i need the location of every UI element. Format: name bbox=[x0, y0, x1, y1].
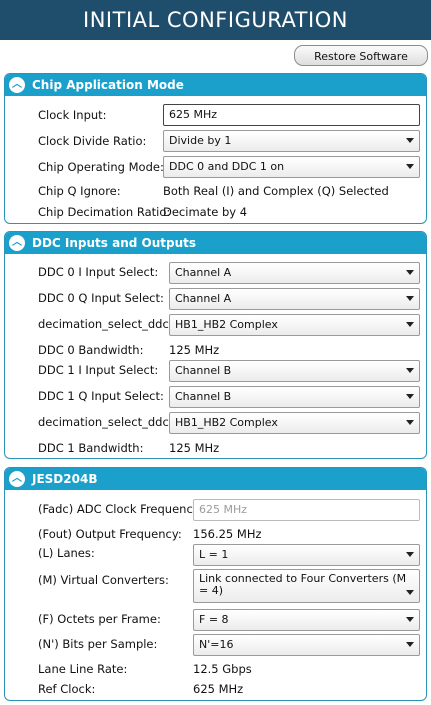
lane-rate-value: 12.5 Gbps bbox=[193, 662, 252, 676]
fout-label: (Fout) Output Frequency: bbox=[38, 527, 182, 541]
dec0-select[interactable]: HB1_HB2 Complex bbox=[169, 314, 420, 336]
ddc1-q-select[interactable]: Channel B bbox=[169, 386, 420, 408]
lanes-value: L = 1 bbox=[199, 548, 229, 561]
chevron-down-icon bbox=[406, 138, 414, 143]
ddc0-bandwidth-label: DDC 0 Bandwidth: bbox=[38, 343, 144, 357]
lanes-select[interactable]: L = 1 bbox=[193, 544, 420, 566]
octets-select[interactable]: F = 8 bbox=[193, 609, 420, 631]
ddc0-i-select[interactable]: Channel A bbox=[169, 262, 420, 284]
dec0-value: HB1_HB2 Complex bbox=[175, 318, 278, 331]
ddc0-i-label: DDC 0 I Input Select: bbox=[38, 265, 159, 279]
chevron-up-icon[interactable]: ︿ bbox=[9, 471, 25, 487]
ref-clock-value: 625 MHz bbox=[193, 682, 244, 696]
lanes-label: (L) Lanes: bbox=[38, 546, 95, 560]
chevron-down-icon bbox=[406, 590, 414, 595]
chevron-down-icon bbox=[406, 552, 414, 557]
bits-label: (N') Bits per Sample: bbox=[38, 637, 158, 651]
jesd-panel: ︿ JESD204B (Fadc) ADC Clock Frequency: 6… bbox=[4, 467, 427, 701]
ddc-title: DDC Inputs and Outputs bbox=[32, 236, 197, 250]
chevron-down-icon bbox=[406, 270, 414, 275]
ddc-panel: ︿ DDC Inputs and Outputs DDC 0 I Input S… bbox=[4, 231, 427, 459]
decimation-ratio-value: Decimate by 4 bbox=[163, 205, 248, 219]
ddc0-q-value: Channel A bbox=[175, 292, 232, 305]
chip-application-title: Chip Application Mode bbox=[32, 78, 184, 92]
ddc1-bandwidth-value: 125 MHz bbox=[169, 441, 220, 455]
q-ignore-value: Both Real (I) and Complex (Q) Selected bbox=[163, 184, 389, 198]
jesd-header[interactable]: ︿ JESD204B bbox=[5, 468, 426, 490]
clock-divide-select[interactable]: Divide by 1 bbox=[163, 130, 420, 152]
octets-label: (F) Octets per Frame: bbox=[38, 612, 161, 626]
q-ignore-label: Chip Q Ignore: bbox=[38, 184, 121, 198]
ddc1-i-value: Channel B bbox=[175, 364, 232, 377]
lane-rate-label: Lane Line Rate: bbox=[38, 662, 128, 676]
chevron-down-icon bbox=[406, 642, 414, 647]
fout-value: 156.25 MHz bbox=[193, 527, 262, 541]
ddc0-q-label: DDC 0 Q Input Select: bbox=[38, 291, 164, 305]
decimation-ratio-label: Chip Decimation Ratio: bbox=[38, 205, 171, 219]
jesd-title: JESD204B bbox=[32, 472, 98, 486]
chevron-down-icon bbox=[406, 322, 414, 327]
chevron-down-icon bbox=[406, 420, 414, 425]
operating-mode-select[interactable]: DDC 0 and DDC 1 on bbox=[163, 156, 420, 178]
chevron-down-icon bbox=[406, 296, 414, 301]
ddc1-i-select[interactable]: Channel B bbox=[169, 360, 420, 382]
page-title: INITIAL CONFIGURATION bbox=[0, 0, 431, 40]
fadc-label: (Fadc) ADC Clock Frequency: bbox=[38, 502, 203, 516]
converters-label: (M) Virtual Converters: bbox=[38, 573, 169, 587]
dec1-value: HB1_HB2 Complex bbox=[175, 416, 278, 429]
operating-mode-label: Chip Operating Mode: bbox=[38, 160, 164, 174]
dec1-label: decimation_select_ddc1: bbox=[38, 415, 180, 429]
ddc1-q-label: DDC 1 Q Input Select: bbox=[38, 389, 164, 403]
bits-select[interactable]: N'=16 bbox=[193, 634, 420, 656]
octets-value: F = 8 bbox=[199, 613, 229, 626]
clock-input-field[interactable]: 625 MHz bbox=[163, 104, 420, 126]
ddc1-q-value: Channel B bbox=[175, 390, 232, 403]
chevron-up-icon[interactable]: ︿ bbox=[9, 235, 25, 251]
converters-select[interactable]: Link connected to Four Converters (M = 4… bbox=[193, 569, 420, 603]
dec1-select[interactable]: HB1_HB2 Complex bbox=[169, 412, 420, 434]
chevron-down-icon bbox=[406, 617, 414, 622]
chevron-down-icon bbox=[406, 368, 414, 373]
ddc1-bandwidth-label: DDC 1 Bandwidth: bbox=[38, 441, 144, 455]
clock-input-label: Clock Input: bbox=[38, 108, 107, 122]
converters-value: Link connected to Four Converters (M = 4… bbox=[199, 572, 407, 597]
operating-mode-value: DDC 0 and DDC 1 on bbox=[169, 160, 285, 173]
chevron-down-icon bbox=[406, 394, 414, 399]
ddc0-i-value: Channel A bbox=[175, 266, 232, 279]
ddc0-q-select[interactable]: Channel A bbox=[169, 288, 420, 310]
ref-clock-label: Ref Clock: bbox=[38, 682, 96, 696]
bits-value: N'=16 bbox=[199, 638, 234, 651]
clock-divide-label: Clock Divide Ratio: bbox=[38, 134, 147, 148]
ddc0-bandwidth-value: 125 MHz bbox=[169, 343, 220, 357]
chevron-down-icon bbox=[406, 164, 414, 169]
chip-application-panel: ︿ Chip Application Mode Clock Input: 625… bbox=[4, 73, 427, 224]
dec0-label: decimation_select_ddc0: bbox=[38, 317, 180, 331]
clock-divide-value: Divide by 1 bbox=[169, 134, 232, 147]
ddc1-i-label: DDC 1 I Input Select: bbox=[38, 363, 159, 377]
fadc-field: 625 MHz bbox=[193, 499, 420, 521]
chevron-up-icon[interactable]: ︿ bbox=[9, 77, 25, 93]
chip-application-header[interactable]: ︿ Chip Application Mode bbox=[5, 74, 426, 96]
restore-defaults-button[interactable]: Restore Software Defaults bbox=[294, 45, 428, 84]
ddc-header[interactable]: ︿ DDC Inputs and Outputs bbox=[5, 232, 426, 254]
